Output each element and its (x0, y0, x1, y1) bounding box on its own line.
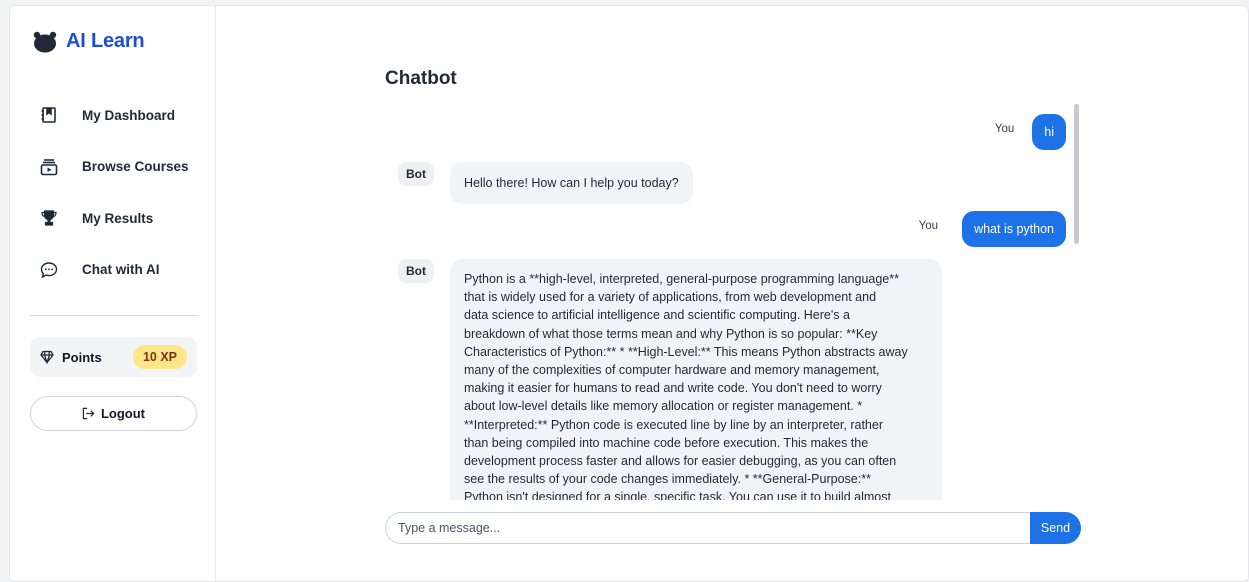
brand-name: AI Learn (66, 30, 145, 52)
message-line: Python isn't designed for a single, spec… (464, 490, 891, 500)
message-input[interactable] (385, 512, 1030, 544)
chat-icon (40, 260, 62, 280)
sidebar-item-chat-with-ai[interactable]: Chat with AI (32, 257, 202, 283)
sidebar-item-label: My Results (82, 210, 154, 226)
sidebar-item-label: Chat with AI (82, 262, 160, 277)
book-icon (40, 105, 62, 125)
logout-icon (82, 407, 95, 420)
chat-messages: You hi Bot Hello there! How can I help y… (386, 102, 1082, 500)
trophy-icon (40, 208, 62, 228)
diamond-icon (40, 350, 54, 364)
message-line: Python is a **high-level, interpreted, g… (464, 272, 899, 286)
sender-label-bot: Bot (398, 259, 434, 283)
sender-label-you: You (918, 220, 939, 232)
video-icon (40, 157, 62, 177)
message-line: development process faster and allows fo… (464, 454, 897, 469)
sidebar: AI Learn My Dashboard Browse Courses My … (10, 6, 216, 581)
chat-scrollbar[interactable] (1072, 102, 1080, 500)
points-label: Points (62, 349, 102, 365)
bot-message-bubble: Hello there! How can I help you today? (450, 162, 693, 205)
message-line: breakdown of what those terms mean and w… (464, 326, 878, 341)
sidebar-item-label: My Dashboard (82, 107, 176, 123)
message-line: making it easier for humans to read and … (464, 381, 882, 396)
message-row-user: You hi (995, 114, 1066, 150)
user-message-bubble: hi (1032, 114, 1066, 150)
message-row-bot: Bot Hello there! How can I help you toda… (398, 162, 693, 205)
message-row-bot: Bot Python is a **high-level, interprete… (398, 259, 942, 500)
points-card: Points 10 XP (30, 337, 197, 377)
message-line: about low-level details like memory allo… (464, 399, 863, 414)
message-row-user: You what is python (919, 211, 1066, 247)
message-line: Characteristics of Python:** * **High-Le… (464, 344, 908, 359)
message-line: data science to artificial intelligence … (464, 308, 850, 323)
sidebar-item-dashboard[interactable]: My Dashboard (32, 102, 202, 128)
main-content: Chatbot You hi Bot Hello there! How can … (216, 6, 1248, 581)
scrollbar-thumb[interactable] (1074, 104, 1079, 244)
sidebar-divider (30, 315, 198, 316)
message-line: than being compiled into machine code be… (464, 435, 869, 450)
message-line: many of the complexities of computer har… (464, 363, 880, 378)
message-line: that is widely used for a variety of app… (464, 290, 877, 305)
user-message-bubble: what is python (962, 211, 1066, 247)
sidebar-nav: My Dashboard Browse Courses My Results C… (32, 102, 202, 308)
sidebar-item-results[interactable]: My Results (32, 205, 202, 231)
app-window: AI Learn My Dashboard Browse Courses My … (9, 5, 1249, 582)
message-line: **Interpreted:** Python code is executed… (464, 417, 884, 432)
xp-badge: 10 XP (132, 345, 187, 369)
sidebar-item-browse-courses[interactable]: Browse Courses (32, 154, 202, 180)
message-line: see the results of your code changes imm… (464, 472, 871, 487)
message-composer: Send (385, 512, 1081, 544)
sidebar-item-label: Browse Courses (82, 159, 189, 174)
logout-button[interactable]: Logout (30, 396, 197, 431)
logout-label: Logout (100, 406, 146, 421)
page-title: Chatbot (385, 68, 457, 89)
graduation-cap-icon (33, 31, 57, 52)
sender-label-you: You (994, 123, 1015, 135)
bot-message-bubble: Python is a **high-level, interpreted, g… (450, 259, 942, 500)
brand[interactable]: AI Learn (32, 30, 145, 53)
send-button[interactable]: Send (1030, 512, 1081, 544)
sender-label-bot: Bot (398, 162, 434, 186)
